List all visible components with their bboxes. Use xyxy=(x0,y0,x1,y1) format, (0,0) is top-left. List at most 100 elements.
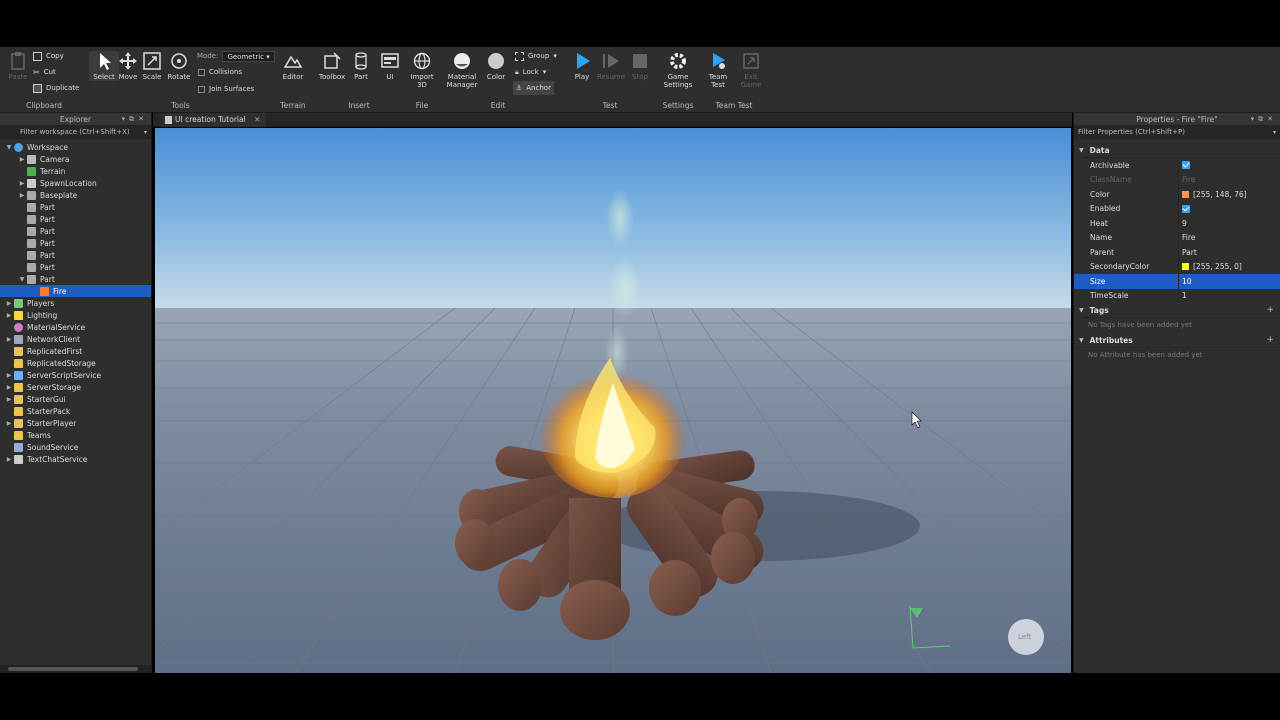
collisions-toggle[interactable]: Collisions xyxy=(198,65,242,79)
prop-value[interactable]: [255, 148, 76] xyxy=(1193,190,1247,199)
explorer-item-starterplayer[interactable]: ▶ StarterPlayer xyxy=(0,417,151,429)
join-surfaces-checkbox[interactable] xyxy=(198,85,205,93)
toolbox-button[interactable]: Toolbox xyxy=(317,51,347,81)
exit-game-button[interactable]: Exit Game xyxy=(736,51,766,89)
prop-value[interactable]: Fire xyxy=(1182,233,1195,242)
prop-enabled[interactable]: Enabled xyxy=(1074,201,1280,216)
explorer-item-replicatedstorage[interactable]: ReplicatedStorage xyxy=(0,357,151,369)
anchor-button[interactable]: ⚓︎ Anchor xyxy=(513,81,554,95)
3d-viewport[interactable]: Left xyxy=(155,128,1071,673)
properties-filter-input[interactable]: Filter Properties (Ctrl+Shift+P) ▾ xyxy=(1074,126,1280,139)
color-swatch[interactable] xyxy=(1182,263,1189,271)
panel-controls[interactable]: ▾⧉✕ xyxy=(122,113,148,126)
prop-parent[interactable]: Parent Part xyxy=(1074,245,1280,260)
resume-button[interactable]: Resume xyxy=(596,51,626,81)
archivable-checkbox[interactable] xyxy=(1182,161,1190,170)
explorer-item-part[interactable]: Part xyxy=(0,201,151,213)
expanded-arrow-icon[interactable]: ▼ xyxy=(4,144,14,151)
prop-color[interactable]: Color [255, 148, 76] xyxy=(1074,187,1280,202)
explorer-item-teams[interactable]: Teams xyxy=(0,429,151,441)
prop-value[interactable]: 10 xyxy=(1182,277,1192,286)
explorer-item-terrain[interactable]: Terrain xyxy=(0,165,151,177)
collapsed-arrow-icon[interactable]: ▶ xyxy=(17,156,27,163)
add-tag-icon[interactable]: + xyxy=(1266,305,1274,315)
prop-timescale[interactable]: TimeScale 1 xyxy=(1074,288,1280,303)
explorer-item-lighting[interactable]: ▶ Lighting xyxy=(0,309,151,321)
collapsed-arrow-icon[interactable]: ▶ xyxy=(4,456,14,463)
collapsed-arrow-icon[interactable]: ▶ xyxy=(17,192,27,199)
explorer-item-starterpack[interactable]: StarterPack xyxy=(0,405,151,417)
play-button[interactable]: Play xyxy=(567,51,597,81)
lock-button[interactable]: 🔒︎ Lock ▾ xyxy=(515,65,546,79)
ui-button[interactable]: UI xyxy=(375,51,405,81)
explorer-filter-input[interactable]: Filter workspace (Ctrl+Shift+X) ▾ xyxy=(0,126,151,139)
collapsed-arrow-icon[interactable]: ▶ xyxy=(4,300,14,307)
prop-heat[interactable]: Heat 9 xyxy=(1074,216,1280,231)
explorer-item-networkclient[interactable]: ▶ NetworkClient xyxy=(0,333,151,345)
explorer-item-camera[interactable]: ▶ Camera xyxy=(0,153,151,165)
explorer-item-fire[interactable]: Fire xyxy=(0,285,151,297)
copy-button[interactable]: Copy xyxy=(33,49,64,63)
attributes-section-header[interactable]: ▼ Attributes + xyxy=(1074,333,1280,348)
collapsed-arrow-icon[interactable]: ▶ xyxy=(17,180,27,187)
scale-button[interactable]: Scale xyxy=(137,51,167,81)
prop-value[interactable]: 9 xyxy=(1182,219,1187,228)
scrollbar-thumb[interactable] xyxy=(8,667,138,671)
data-section-header[interactable]: ▼ Data xyxy=(1074,143,1280,158)
prop-archivable[interactable]: Archivable xyxy=(1074,158,1280,173)
explorer-item-materialservice[interactable]: MaterialService xyxy=(0,321,151,333)
prop-value[interactable]: Part xyxy=(1182,248,1197,257)
tab-ui-creation-tutorial[interactable]: UI creation Tutorial ✕ xyxy=(161,113,267,127)
explorer-item-spawnlocation[interactable]: ▶ SpawnLocation xyxy=(0,177,151,189)
explorer-item-part[interactable]: ▼ Part xyxy=(0,273,151,285)
explorer-item-serverstorage[interactable]: ▶ ServerStorage xyxy=(0,381,151,393)
game-settings-button[interactable]: Game Settings xyxy=(663,51,693,89)
join-surfaces-toggle[interactable]: Join Surfaces xyxy=(198,82,254,96)
collapsed-arrow-icon[interactable]: ▶ xyxy=(4,312,14,319)
stop-button[interactable]: Stop xyxy=(625,51,655,81)
add-attribute-icon[interactable]: + xyxy=(1266,335,1274,345)
explorer-item-part[interactable]: Part xyxy=(0,225,151,237)
explorer-item-workspace[interactable]: ▼ Workspace xyxy=(0,141,151,153)
tags-section-header[interactable]: ▼ Tags + xyxy=(1074,303,1280,318)
collapsed-arrow-icon[interactable]: ▶ xyxy=(4,336,14,343)
explorer-item-replicatedfirst[interactable]: ReplicatedFirst xyxy=(0,345,151,357)
collapsed-arrow-icon[interactable]: ▶ xyxy=(4,396,14,403)
terrain-editor-button[interactable]: Editor xyxy=(278,51,308,81)
enabled-checkbox[interactable] xyxy=(1182,204,1190,213)
team-test-button[interactable]: Team Test xyxy=(703,51,733,89)
explorer-item-textchatservice[interactable]: ▶ TextChatService xyxy=(0,453,151,465)
import3d-button[interactable]: Import 3D xyxy=(407,51,437,89)
explorer-item-serverscriptservice[interactable]: ▶ ServerScriptService xyxy=(0,369,151,381)
part-button[interactable]: Part xyxy=(346,51,376,81)
explorer-item-part[interactable]: Part xyxy=(0,213,151,225)
explorer-item-part[interactable]: Part xyxy=(0,249,151,261)
collapsed-arrow-icon[interactable]: ▶ xyxy=(4,372,14,379)
duplicate-button[interactable]: Duplicate xyxy=(33,81,79,95)
collapsed-arrow-icon[interactable]: ▶ xyxy=(4,420,14,427)
close-icon[interactable]: ✕ xyxy=(254,115,260,124)
panel-controls[interactable]: ▾⧉✕ xyxy=(1251,113,1277,126)
explorer-hscrollbar[interactable] xyxy=(0,665,152,673)
explorer-item-baseplate[interactable]: ▶ Baseplate xyxy=(0,189,151,201)
cut-button[interactable]: ✂ Cut xyxy=(33,65,56,79)
explorer-item-startergui[interactable]: ▶ StarterGui xyxy=(0,393,151,405)
explorer-item-part[interactable]: Part xyxy=(0,237,151,249)
collisions-checkbox[interactable] xyxy=(198,68,205,76)
mode-dropdown[interactable]: Geometric ▾ xyxy=(222,50,275,62)
prop-secondary-color[interactable]: SecondaryColor [255, 255, 0] xyxy=(1074,259,1280,274)
mode-selector[interactable]: Mode: Geometric ▾ xyxy=(197,49,275,63)
explorer-item-soundservice[interactable]: SoundService xyxy=(0,441,151,453)
expanded-arrow-icon[interactable]: ▼ xyxy=(17,276,27,283)
prop-name[interactable]: Name Fire xyxy=(1074,230,1280,245)
explorer-item-players[interactable]: ▶ Players xyxy=(0,297,151,309)
color-button[interactable]: Color xyxy=(481,51,511,81)
paste-button[interactable]: Paste xyxy=(3,51,33,81)
prop-value[interactable]: [255, 255, 0] xyxy=(1193,262,1242,271)
prop-size[interactable]: Size 10 xyxy=(1074,274,1280,289)
collapsed-arrow-icon[interactable]: ▶ xyxy=(4,384,14,391)
prop-value[interactable]: 1 xyxy=(1182,291,1187,300)
color-swatch[interactable] xyxy=(1182,190,1189,198)
material-manager-button[interactable]: Material Manager xyxy=(445,51,479,89)
explorer-item-part[interactable]: Part xyxy=(0,261,151,273)
